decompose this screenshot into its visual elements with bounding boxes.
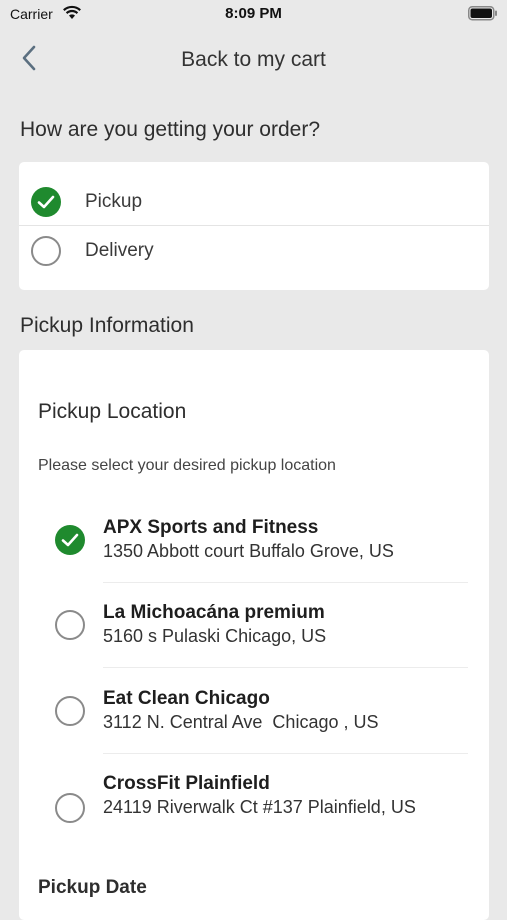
location-address: 24119 Riverwalk Ct #137 Plainfield, US (103, 797, 416, 817)
battery-icon (468, 6, 498, 26)
location-item[interactable]: Eat Clean Chicago 3112 N. Central Ave Ch… (38, 686, 468, 754)
location-name: Eat Clean Chicago (103, 688, 270, 709)
location-address: 1350 Abbott court Buffalo Grove, US (103, 541, 394, 561)
option-pickup[interactable]: Pickup (19, 177, 489, 227)
divider (103, 582, 468, 583)
pickup-location-heading: Pickup Location (38, 400, 187, 423)
status-time: 8:09 PM (225, 5, 282, 22)
option-delivery-label: Delivery (85, 240, 154, 261)
divider (103, 753, 468, 754)
check-circle-icon (31, 187, 61, 217)
check-circle-icon (55, 525, 85, 555)
location-address: 3112 N. Central Ave Chicago , US (103, 712, 379, 732)
fulfillment-options-card: Pickup Delivery (19, 162, 489, 290)
location-address: 5160 s Pulaski Chicago, US (103, 626, 327, 646)
radio-empty-icon (55, 793, 85, 823)
location-name: APX Sports and Fitness (103, 517, 319, 538)
radio-empty-icon (31, 236, 61, 266)
nav-bar: Back to my cart (0, 38, 507, 82)
nav-title[interactable]: Back to my cart (0, 48, 507, 72)
option-delivery[interactable]: Delivery (19, 226, 489, 276)
radio-empty-icon (55, 610, 85, 640)
radio-empty-icon (55, 696, 85, 726)
location-item[interactable]: La Michoacána premium 5160 s Pulaski Chi… (38, 600, 468, 668)
fulfillment-question: How are you getting your order? (20, 118, 320, 141)
pickup-date-heading: Pickup Date (38, 877, 147, 898)
divider (103, 667, 468, 668)
pickup-info-heading: Pickup Information (20, 314, 194, 337)
location-name: CrossFit Plainfield (103, 773, 270, 794)
location-item[interactable]: APX Sports and Fitness 1350 Abbott court… (38, 515, 468, 583)
status-bar: Carrier 8:09 PM (0, 0, 507, 28)
option-pickup-label: Pickup (85, 191, 143, 212)
location-item[interactable]: CrossFit Plainfield 24119 Riverwalk Ct #… (38, 771, 468, 851)
pickup-info-card: Pickup Location Please select your desir… (19, 350, 489, 920)
pickup-location-hint: Please select your desired pickup locati… (38, 457, 336, 474)
location-name: La Michoacána premium (103, 602, 325, 623)
